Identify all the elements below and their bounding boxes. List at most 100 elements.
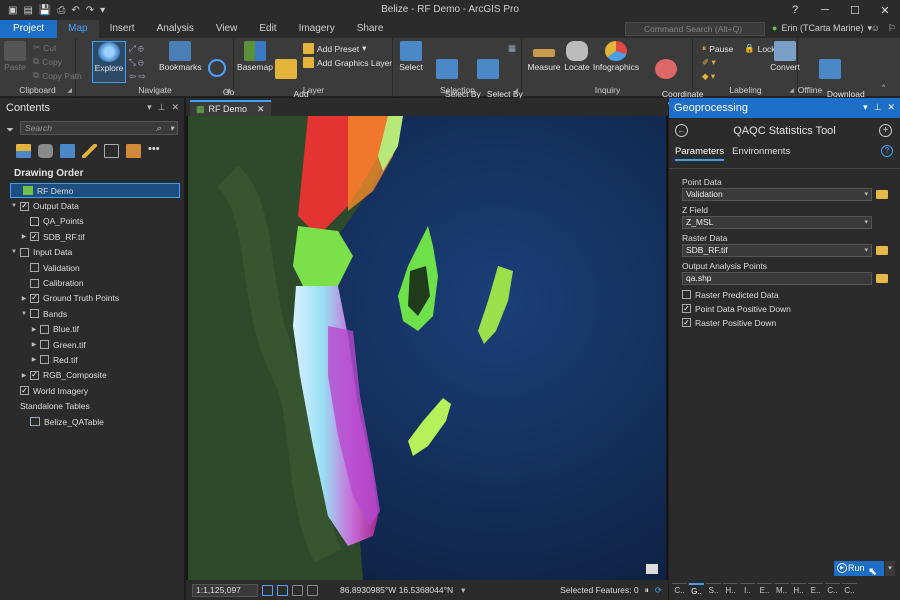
attributes-icon[interactable]: ▦ xyxy=(508,43,516,54)
chevron-down-icon[interactable]: ▾ xyxy=(864,245,868,256)
param-check-raster-positive-down[interactable]: ✓ Raster Positive Down xyxy=(682,318,900,328)
command-search-input[interactable]: Command Search (Alt+Q) xyxy=(625,22,765,36)
tab-map[interactable]: Map xyxy=(57,20,99,38)
expand-arrow-icon[interactable]: ▶ xyxy=(20,372,28,379)
pane-tab-3[interactable]: H.. xyxy=(723,583,738,597)
pane-tab-7[interactable]: H.. xyxy=(791,583,806,597)
launcher-icon[interactable]: ◢ xyxy=(67,87,72,94)
param-check-raster-predicted-data[interactable]: Raster Predicted Data xyxy=(682,290,900,300)
bell-icon[interactable]: ⚐ xyxy=(888,23,896,34)
launcher-icon[interactable]: ◢ xyxy=(225,87,230,94)
pause-button[interactable]: ⏸ Pause xyxy=(702,43,733,54)
layer-item-rf-demo[interactable]: RF Demo xyxy=(10,183,180,199)
contents-search-input[interactable]: Search ⌕ ▾ xyxy=(20,121,178,135)
more-options-icon[interactable]: ••• xyxy=(148,144,163,158)
paste-button[interactable]: Paste xyxy=(4,41,26,72)
pane-tab-2[interactable]: S.. xyxy=(706,583,721,597)
tab-view[interactable]: View xyxy=(205,20,249,38)
convert-button[interactable]: Convert xyxy=(768,41,802,72)
zoom-fixed-icon[interactable]: ⤡ ⊖ xyxy=(129,57,144,68)
visibility-checkbox[interactable] xyxy=(20,247,29,257)
pane-tab-9[interactable]: C.. xyxy=(825,583,840,597)
pane-tab-6[interactable]: M.. xyxy=(774,583,789,597)
pane-menu-icon[interactable]: ▾ xyxy=(863,102,868,113)
open-project-icon[interactable]: ▤ xyxy=(23,5,32,16)
infographics-button[interactable]: Infographics xyxy=(591,41,641,72)
param-check-point-data-positive-down[interactable]: ✓ Point Data Positive Down xyxy=(682,304,900,314)
pane-tab-1[interactable]: G.. xyxy=(689,583,704,597)
editing-view-icon[interactable] xyxy=(82,144,97,158)
data-source-icon[interactable] xyxy=(38,144,53,158)
table-view-icon[interactable] xyxy=(292,584,303,596)
pane-menu-icon[interactable]: ▾ xyxy=(147,102,152,113)
visibility-checkbox[interactable]: ✓ xyxy=(20,386,29,396)
print-icon[interactable]: ⎙ xyxy=(57,5,65,16)
layer-item-blue-tif[interactable]: ▶ Blue.tif xyxy=(0,322,184,337)
chevron-down-icon[interactable]: ▾ xyxy=(170,122,174,134)
layer-item-input-data[interactable]: ▼ Input Data xyxy=(0,245,184,260)
run-options-dropdown[interactable]: ▾ xyxy=(885,561,895,576)
layer-item-world-imagery[interactable]: ✓ World Imagery xyxy=(0,383,184,398)
checkbox[interactable]: ✓ xyxy=(682,318,691,327)
close-icon[interactable]: ✕ xyxy=(870,0,900,20)
browse-folder-icon[interactable] xyxy=(876,246,888,255)
pane-tab-8[interactable]: E.. xyxy=(808,583,823,597)
tab-environments[interactable]: Environments xyxy=(732,146,790,161)
chevron-down-icon[interactable]: ▾ xyxy=(461,585,465,596)
map-canvas[interactable] xyxy=(188,116,666,580)
previous-extent-icon[interactable]: ⇦ ⇨ xyxy=(129,71,146,82)
layer-item-sdb-rf-tif[interactable]: ▶ ✓ SDB_RF.tif xyxy=(0,229,184,244)
add-icon[interactable]: + xyxy=(879,124,892,137)
pane-tab-10[interactable]: C.. xyxy=(842,583,857,597)
layer-item-validation[interactable]: Validation xyxy=(0,260,184,275)
param-input-z-field[interactable]: Z_MSL ▾ xyxy=(682,216,872,229)
pause-drawing-icon[interactable]: ⏸ xyxy=(645,585,649,596)
bookmarks-button[interactable]: Bookmarks xyxy=(159,41,202,72)
add-preset-button[interactable]: Add Preset ▾ xyxy=(303,43,366,54)
smiley-icon[interactable]: ☺ xyxy=(871,23,880,34)
tab-imagery[interactable]: Imagery xyxy=(288,20,346,38)
layer-item-bands[interactable]: ▼ Bands xyxy=(0,306,184,321)
labeling-view-icon[interactable] xyxy=(126,144,141,158)
layer-item-belize-qatable[interactable]: Belize_QATable xyxy=(0,414,184,429)
user-account[interactable]: ● Erin (TCarta Marine) ▾ xyxy=(772,23,872,34)
tab-analysis[interactable]: Analysis xyxy=(146,20,205,38)
fixed-scale-icon[interactable] xyxy=(262,584,273,596)
expand-arrow-icon[interactable]: ▶ xyxy=(30,341,38,348)
refresh-icon[interactable]: ⟳ xyxy=(655,585,662,596)
expand-arrow-icon[interactable]: ▶ xyxy=(20,295,28,302)
chevron-down-icon[interactable]: ▾ xyxy=(864,217,868,228)
locate-button[interactable]: Locate xyxy=(563,41,591,72)
redo-icon[interactable]: ↷ xyxy=(86,5,94,16)
customize-icon[interactable]: ▾ xyxy=(100,5,105,16)
layer-item-calibration[interactable]: Calibration xyxy=(0,275,184,290)
close-icon[interactable]: ✕ xyxy=(887,102,895,113)
copy-button[interactable]: ⧉ Copy xyxy=(33,56,62,67)
checkbox[interactable]: ✓ xyxy=(682,304,691,313)
browse-folder-icon[interactable] xyxy=(876,190,888,199)
select-button[interactable]: Select xyxy=(396,41,426,72)
layer-item-qa-points[interactable]: QA_Points xyxy=(0,214,184,229)
browse-folder-icon[interactable] xyxy=(876,274,888,283)
visibility-checkbox[interactable]: ✓ xyxy=(30,293,39,303)
minimize-icon[interactable]: ─ xyxy=(810,0,840,20)
visibility-checkbox[interactable] xyxy=(40,340,49,350)
param-input-output-analysis-points[interactable]: qa.shp xyxy=(682,272,872,285)
selection-view-icon[interactable] xyxy=(60,144,75,158)
layer-item-red-tif[interactable]: ▶ Red.tif xyxy=(0,352,184,367)
snapping-view-icon[interactable] xyxy=(104,144,119,158)
explore-button[interactable]: Explore xyxy=(92,41,126,83)
basemap-button[interactable]: Basemap xyxy=(237,41,273,72)
close-icon[interactable]: ✕ xyxy=(171,102,179,113)
zoom-full-icon[interactable]: ⤢ ⊕ xyxy=(129,43,144,54)
visibility-checkbox[interactable] xyxy=(30,278,39,288)
add-graphics-layer-button[interactable]: Add Graphics Layer xyxy=(303,57,392,68)
expand-arrow-icon[interactable]: ▶ xyxy=(20,233,28,240)
undo-icon[interactable]: ↶ xyxy=(71,5,79,16)
collapse-arrow-icon[interactable]: ▼ xyxy=(10,203,18,209)
visibility-checkbox[interactable] xyxy=(30,309,39,319)
back-arrow-icon[interactable]: ← xyxy=(675,124,688,137)
label-tool-icon[interactable]: ✐ ▾ xyxy=(702,57,716,68)
visibility-checkbox[interactable] xyxy=(30,216,39,226)
snapping-icon[interactable] xyxy=(307,584,318,596)
